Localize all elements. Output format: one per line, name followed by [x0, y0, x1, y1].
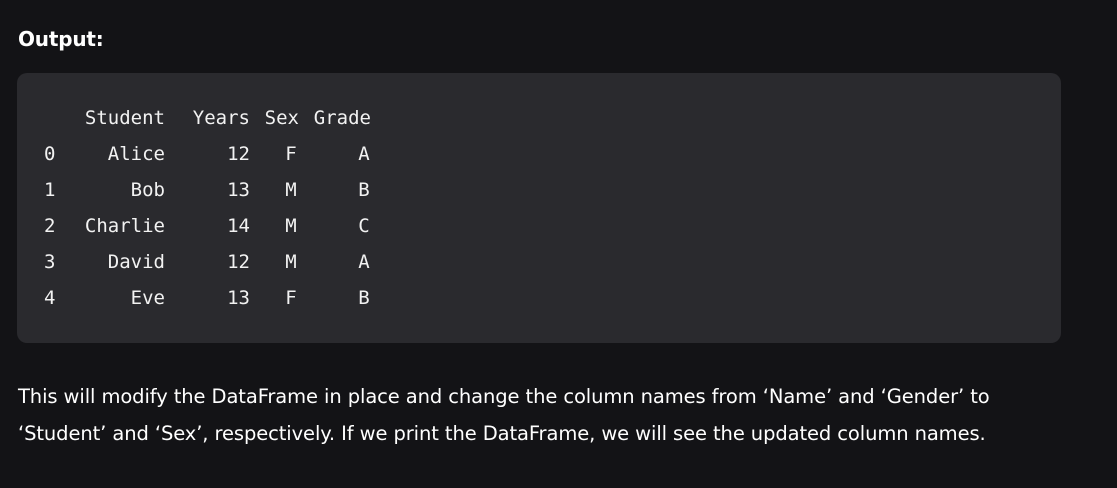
row-index: 0	[44, 143, 56, 165]
years-cell: 13	[227, 287, 250, 309]
code-output-block: Student Years Sex Grade 0 Alice 12 F A 1…	[17, 73, 1061, 343]
explanation-paragraph: This will modify the DataFrame in place …	[18, 384, 990, 445]
row-index: 2	[44, 215, 56, 237]
sex-cell: F	[285, 287, 297, 309]
student-cell: David	[107, 251, 165, 273]
table-header-row: Student Years Sex Grade	[17, 105, 1061, 131]
row-index: 4	[44, 287, 56, 309]
table-row: 2 Charlie 14 M C	[17, 213, 1061, 239]
sex-cell: M	[285, 179, 297, 201]
years-cell: 14	[227, 215, 250, 237]
sex-cell: M	[285, 215, 297, 237]
grade-cell: A	[358, 143, 370, 165]
grade-cell: B	[358, 287, 370, 309]
sex-cell: M	[285, 251, 297, 273]
grade-cell: B	[358, 179, 370, 201]
table-row: 3 David 12 M A	[17, 249, 1061, 275]
years-cell: 13	[227, 179, 250, 201]
sex-cell: F	[285, 143, 297, 165]
column-header-student: Student	[84, 107, 165, 129]
column-header-years: Years	[192, 107, 250, 129]
table-row: 1 Bob 13 M B	[17, 177, 1061, 203]
student-cell: Bob	[130, 179, 165, 201]
column-header-sex: Sex	[264, 107, 299, 129]
student-cell: Charlie	[84, 215, 165, 237]
table-row: 4 Eve 13 F B	[17, 285, 1061, 311]
student-cell: Alice	[107, 143, 165, 165]
grade-cell: C	[358, 215, 370, 237]
table-row: 0 Alice 12 F A	[17, 141, 1061, 167]
column-header-grade: Grade	[313, 107, 371, 129]
years-cell: 12	[227, 251, 250, 273]
student-cell: Eve	[130, 287, 165, 309]
years-cell: 12	[227, 143, 250, 165]
row-index: 1	[44, 179, 56, 201]
output-heading: Output:	[18, 27, 104, 51]
grade-cell: A	[358, 251, 370, 273]
row-index: 3	[44, 251, 56, 273]
